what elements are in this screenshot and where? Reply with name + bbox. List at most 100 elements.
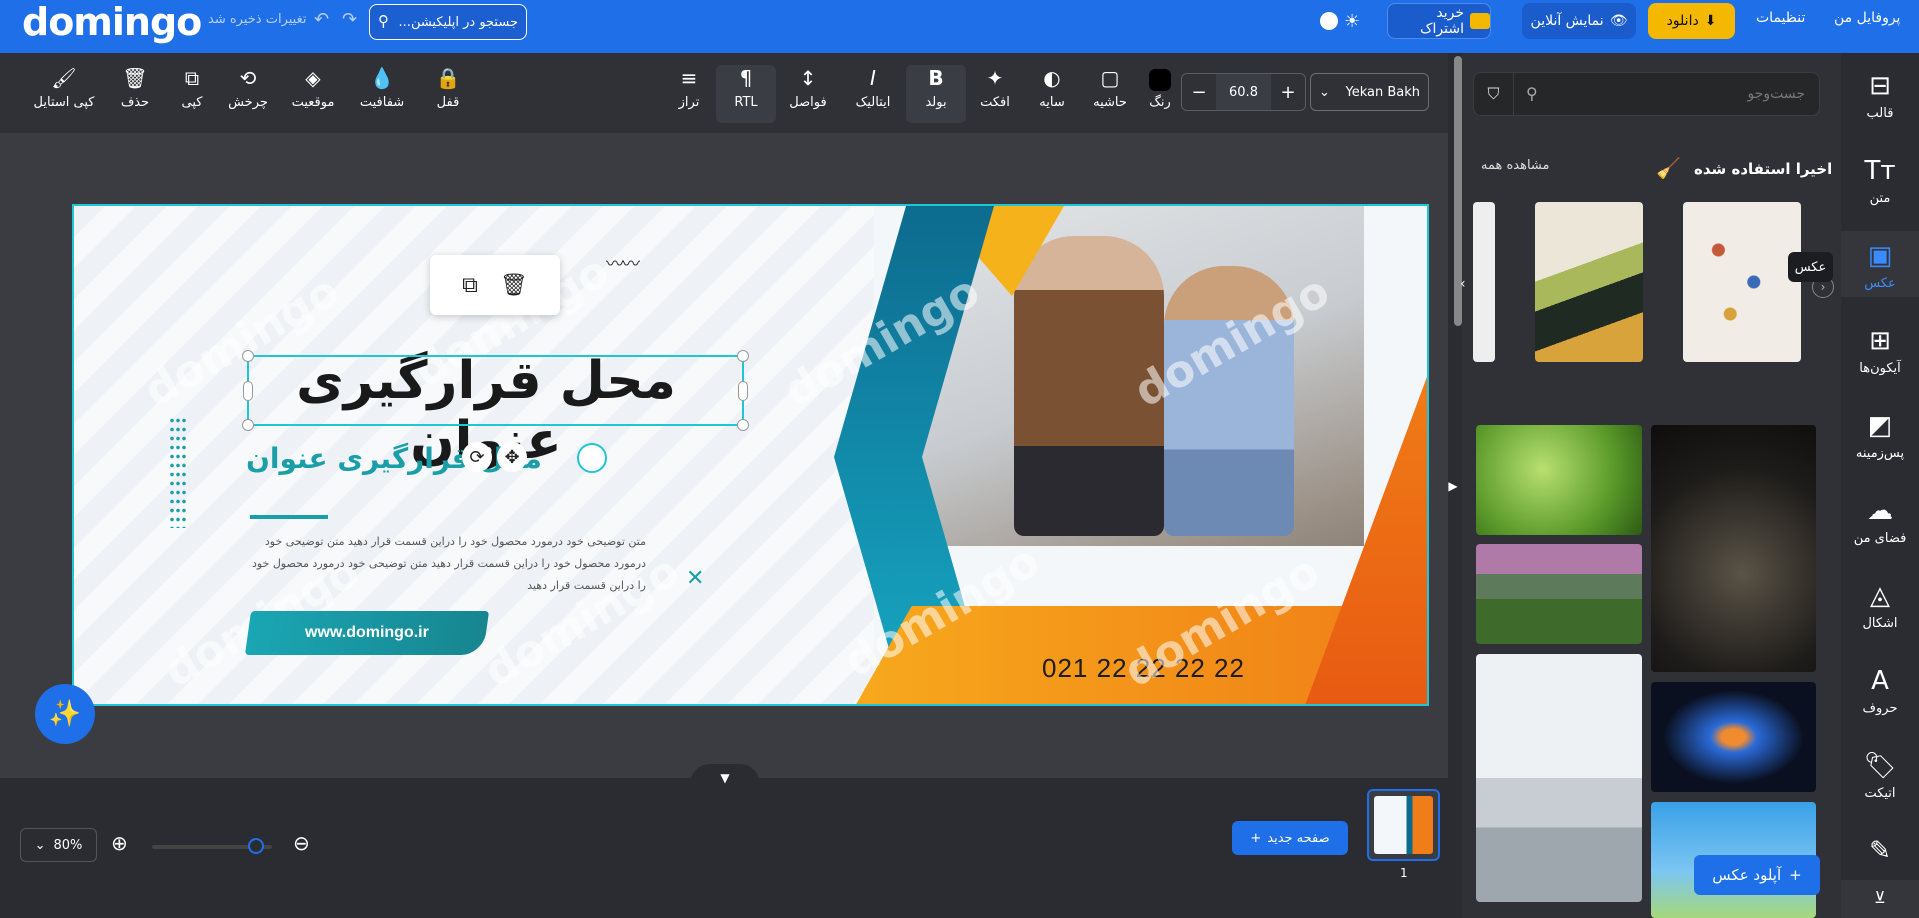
panel-collapse-button[interactable]: ▶	[1442, 466, 1464, 506]
see-all-link[interactable]: مشاهده همه	[1481, 158, 1550, 173]
move-handle-icon[interactable]: ✥	[497, 442, 527, 472]
sidebar-item-background[interactable]: ◩ پس‌زمینه	[1841, 410, 1919, 461]
zoom-in-icon[interactable]: ⊕	[111, 831, 128, 855]
gallery-image[interactable]	[1476, 544, 1642, 644]
duplicate-icon[interactable]: ⧉	[462, 273, 478, 298]
sidebar-item-image[interactable]: ▣ عکس	[1841, 240, 1919, 291]
lock-tool[interactable]: 🔒 قفل	[418, 65, 478, 110]
subscribe-button[interactable]: خرید اشتراک	[1387, 3, 1491, 39]
zigzag-decoration[interactable]: 〰〰	[606, 250, 640, 276]
sidebar-item-shapes[interactable]: ◬ اشکال	[1841, 580, 1919, 631]
recent-image[interactable]	[1535, 202, 1643, 362]
chevron-left-icon[interactable]: ‹	[1460, 276, 1466, 292]
opacity-tool[interactable]: 💧 شفافیت	[352, 65, 412, 110]
resize-handle[interactable]	[243, 381, 253, 401]
profile-link[interactable]: پروفایل من	[1834, 10, 1900, 26]
online-preview-label: نمایش آنلاین	[1530, 13, 1604, 29]
panel-search-input[interactable]: جست‌وجو ⚲ ⛉	[1473, 72, 1820, 116]
recent-section-title: اخیرا استفاده شده	[1694, 160, 1833, 178]
settings-link[interactable]: تنظیمات	[1756, 10, 1805, 26]
selection-box[interactable]	[242, 350, 749, 431]
italic-tool[interactable]: I ایتالیک	[843, 65, 903, 110]
sidebar-scroll-down[interactable]: ⊻	[1841, 880, 1919, 918]
copy-style-tool[interactable]: 🖌 کپی استایل	[32, 65, 96, 110]
broom-icon[interactable]: 🧹	[1656, 156, 1681, 180]
sidebar-item-template[interactable]: ⊟ قالب	[1841, 70, 1919, 121]
rtl-tool[interactable]: ¶ RTL	[716, 65, 776, 123]
bold-tool[interactable]: B بولد	[906, 65, 966, 123]
resize-handle[interactable]	[242, 350, 254, 362]
font-size-value[interactable]: 60.8	[1216, 74, 1271, 110]
rotate-tool[interactable]: ⟲ چرخش	[218, 65, 278, 110]
paragraph-icon: ¶	[739, 66, 753, 90]
online-preview-button[interactable]: 👁 نمایش آنلاین	[1522, 3, 1636, 39]
saved-status: تغییرات ذخیره شد	[208, 12, 307, 27]
lock-icon: 🔒	[435, 66, 461, 90]
resize-handle[interactable]	[242, 419, 254, 431]
align-tool[interactable]: ≡ تراز	[659, 65, 719, 110]
redo-icon[interactable]: ↷	[342, 9, 357, 30]
filter-icon[interactable]: ⛉	[1474, 73, 1514, 115]
chevron-down-icon: ⌄	[34, 837, 46, 853]
dots-decoration[interactable]	[169, 416, 187, 528]
sidebar-item-draw[interactable]: ✎	[1841, 835, 1919, 867]
position-tool[interactable]: ◈ موقعیت	[283, 65, 343, 110]
copy-style-label: کپی استایل	[33, 95, 95, 110]
gallery-image[interactable]	[1476, 425, 1642, 535]
download-button[interactable]: ⬇ دانلود	[1648, 3, 1735, 39]
layout-icon: ⊟	[1869, 71, 1891, 101]
app-search-placeholder: جستجو در اپلیکیشن...	[398, 14, 518, 30]
sidebar-item-tag[interactable]: 🏷 اتیکت	[1841, 750, 1919, 801]
plus-icon[interactable]: +	[1271, 82, 1305, 103]
zoom-slider-knob[interactable]	[248, 838, 264, 854]
pen-icon: ✎	[1869, 836, 1891, 866]
sidebar-item-label: اتیکت	[1864, 786, 1896, 801]
eye-icon: 👁	[1609, 13, 1628, 29]
effect-tool[interactable]: ✦ افکت	[965, 65, 1025, 110]
undo-icon[interactable]: ↶	[314, 9, 329, 30]
magic-wand-button[interactable]: ✨	[35, 684, 95, 744]
teal-divider[interactable]	[250, 515, 328, 519]
body-line: را دراین قسمت قرار دهید	[527, 579, 646, 592]
resize-handle[interactable]	[737, 350, 749, 362]
x-shape-decoration[interactable]: ✕	[686, 566, 704, 591]
recent-image[interactable]	[1683, 202, 1801, 362]
page-thumbnail[interactable]	[1367, 789, 1440, 861]
sidebar-item-my-space[interactable]: ☁ فضای من	[1841, 495, 1919, 546]
gallery-image[interactable]	[1476, 654, 1642, 902]
gallery-image[interactable]	[1651, 682, 1816, 792]
sidebar-item-letters[interactable]: A حروف	[1841, 665, 1919, 716]
delete-tool[interactable]: 🗑 حذف	[105, 65, 165, 110]
new-page-button[interactable]: صفحه جدید +	[1232, 821, 1348, 855]
font-size-stepper[interactable]: − 60.8 +	[1181, 73, 1306, 111]
theme-toggle[interactable]: ☀	[1320, 10, 1364, 32]
rotate-handle-icon[interactable]: ⟳	[462, 442, 492, 472]
zoom-out-icon[interactable]: ⊖	[293, 831, 310, 855]
app-search-input[interactable]: جستجو در اپلیکیشن... ⚲	[369, 4, 527, 40]
upload-image-button[interactable]: + آپلود عکس	[1694, 855, 1820, 895]
effect-label: افکت	[980, 95, 1010, 110]
font-family-select[interactable]: ⌄ Yekan Bakh	[1310, 73, 1429, 111]
shadow-tool[interactable]: ◐ سایه	[1022, 65, 1082, 110]
sidebar-item-icons[interactable]: ⊞ آیکون‌ها	[1841, 325, 1919, 376]
copy-tool[interactable]: ⧉ کپی	[162, 65, 222, 110]
trash-icon[interactable]: 🗑	[500, 273, 528, 298]
design-canvas[interactable]: 021 22 22 22 22 〰〰 domingo domingo domin…	[72, 204, 1429, 706]
sidebar-item-text[interactable]: Tт متن	[1841, 155, 1919, 206]
page-number: 1	[1400, 866, 1408, 880]
logo[interactable]: domingo	[22, 0, 202, 44]
website-pill[interactable]: www.domingo.ir	[244, 611, 490, 655]
body-text[interactable]: متن توضیحی خود درمورد محصول خود را دراین…	[246, 531, 646, 597]
subscribe-label: خرید اشتراک	[1420, 5, 1465, 37]
spacing-tool[interactable]: ↕ فواصل	[778, 65, 838, 110]
collapse-pages-button[interactable]: ▼	[690, 764, 760, 788]
plus-icon: +	[1250, 830, 1262, 846]
zoom-select[interactable]: ⌄ 80%	[20, 828, 97, 862]
text-icon: Tт	[1864, 156, 1896, 186]
gallery-image[interactable]	[1651, 425, 1816, 672]
resize-handle[interactable]	[738, 381, 748, 401]
resize-handle[interactable]	[737, 419, 749, 431]
circle-element[interactable]	[577, 443, 607, 473]
minus-icon[interactable]: −	[1182, 82, 1216, 103]
recent-image[interactable]	[1473, 202, 1495, 362]
